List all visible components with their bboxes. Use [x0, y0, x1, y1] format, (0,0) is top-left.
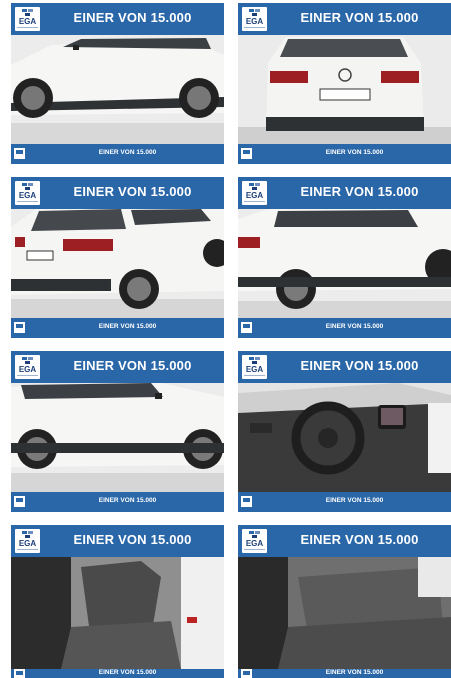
photo-banner: EGA EINER VON 15.000 [238, 351, 451, 383]
photo-footer: EINER VON 15.000 [11, 144, 224, 164]
ega-logo: EGA [242, 355, 267, 379]
ega-logo: EGA [15, 7, 40, 31]
banner-title: EINER VON 15.000 [300, 358, 419, 373]
photo-banner: EGA EINER VON 15.000 [11, 177, 224, 209]
ega-small-logo [14, 148, 25, 159]
photo-banner: EGA EINER VON 15.000 [11, 525, 224, 557]
ega-small-logo [14, 669, 25, 678]
photo-footer: EINER VON 15.000 [238, 492, 451, 512]
ega-small-logo [241, 322, 252, 333]
photo-footer: EINER VON 15.000 [238, 144, 451, 164]
gallery-photo-5[interactable]: EGA EINER VON 15.000 EINER VON 15.000 [11, 351, 224, 512]
car-photo-rear [238, 35, 451, 144]
gallery-photo-6[interactable]: EGA EINER VON 15.000 EINER VON 15.000 [238, 351, 451, 512]
photo-banner: EGA EINER VON 15.000 [11, 351, 224, 383]
interior-photo-front-seats [11, 557, 224, 669]
car-photo-side [11, 35, 224, 144]
banner-title: EINER VON 15.000 [300, 10, 419, 25]
banner-title: EINER VON 15.000 [300, 532, 419, 547]
gallery-photo-3[interactable]: EGA EINER VON 15.000 EINER VON 15.000 [11, 177, 224, 338]
banner-title: EINER VON 15.000 [73, 184, 192, 199]
photo-banner: EGA EINER VON 15.000 [238, 177, 451, 209]
ega-small-logo [14, 322, 25, 333]
gallery-photo-1[interactable]: EGA EINER VON 15.000 EINER VON 15.000 [11, 3, 224, 164]
gallery-photo-7[interactable]: EGA EINER VON 15.000 EINER VON 15.000 [11, 525, 224, 678]
ega-logo: EGA [242, 529, 267, 553]
banner-title: EINER VON 15.000 [300, 184, 419, 199]
car-photo-side-rear [238, 209, 451, 318]
ega-small-logo [241, 496, 252, 507]
gallery-photo-2[interactable]: EGA EINER VON 15.000 EINER VON 15.000 [238, 3, 451, 164]
interior-photo-cockpit [238, 383, 451, 492]
car-photo-side-front [11, 383, 224, 492]
photo-gallery: EGA EINER VON 15.000 EINER VON 15.000 EG… [0, 0, 451, 678]
photo-footer: EINER VON 15.000 [11, 318, 224, 338]
photo-banner: EGA EINER VON 15.000 [238, 525, 451, 557]
car-photo-rear-quarter [11, 209, 224, 318]
ega-logo: EGA [242, 181, 267, 205]
ega-small-logo [14, 496, 25, 507]
ega-small-logo [241, 148, 252, 159]
gallery-photo-4[interactable]: EGA EINER VON 15.000 EINER VON 15.000 [238, 177, 451, 338]
ega-logo: EGA [242, 7, 267, 31]
banner-title: EINER VON 15.000 [73, 10, 192, 25]
gallery-photo-8[interactable]: EGA EINER VON 15.000 EINER VON 15.000 [238, 525, 451, 678]
banner-title: EINER VON 15.000 [73, 358, 192, 373]
photo-footer: EINER VON 15.000 [238, 318, 451, 338]
ega-logo: EGA [15, 529, 40, 553]
interior-photo-rear-seats [238, 557, 451, 669]
ega-small-logo [241, 669, 252, 678]
photo-footer: EINER VON 15.000 [238, 669, 451, 678]
photo-banner: EGA EINER VON 15.000 [11, 3, 224, 35]
banner-title: EINER VON 15.000 [73, 532, 192, 547]
ega-logo: EGA [15, 181, 40, 205]
photo-banner: EGA EINER VON 15.000 [238, 3, 451, 35]
ega-logo: EGA [15, 355, 40, 379]
photo-footer: EINER VON 15.000 [11, 669, 224, 678]
photo-footer: EINER VON 15.000 [11, 492, 224, 512]
